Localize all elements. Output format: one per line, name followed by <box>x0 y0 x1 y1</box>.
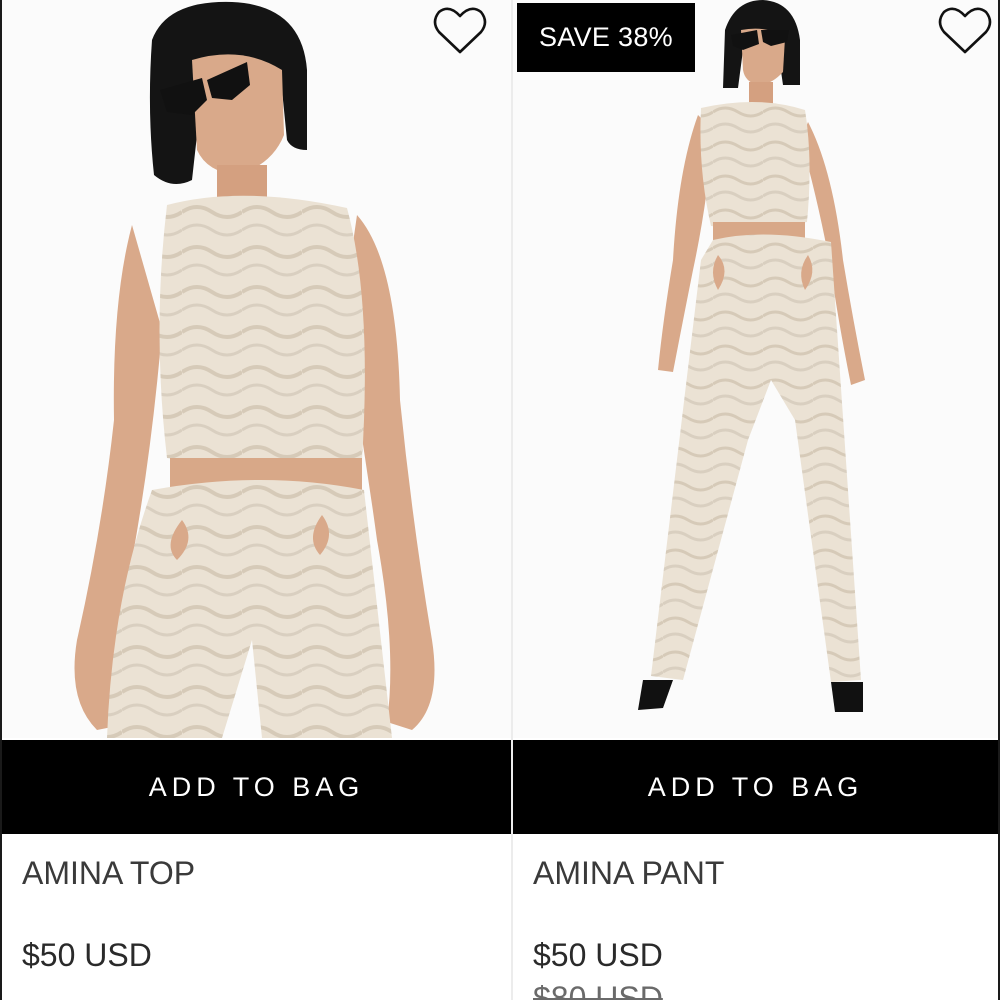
product-name[interactable]: AMINA TOP <box>22 855 195 892</box>
sale-badge: SAVE 38% <box>517 3 695 72</box>
product-price: $50 USD <box>533 937 663 973</box>
model-illustration-amina-top <box>2 0 511 738</box>
add-to-bag-button[interactable]: ADD TO BAG <box>513 740 998 834</box>
product-name[interactable]: AMINA PANT <box>533 855 724 892</box>
product-image-amina-top[interactable] <box>2 0 511 738</box>
model-illustration-amina-pant <box>513 0 998 738</box>
product-image-amina-pant[interactable] <box>513 0 998 738</box>
compare-at-price: $80 USD <box>533 980 663 1000</box>
add-to-bag-button[interactable]: ADD TO BAG <box>2 740 511 834</box>
product-card-amina-top[interactable]: ADD TO BAG AMINA TOP $50 USD <box>2 0 511 1000</box>
product-card-amina-pant[interactable]: SAVE 38% ADD TO BAG AMINA PANT $50 USD $… <box>513 0 998 1000</box>
wishlist-heart-icon[interactable] <box>431 2 489 58</box>
wishlist-heart-icon[interactable] <box>936 2 994 58</box>
product-price: $50 USD <box>22 937 152 973</box>
product-grid: ADD TO BAG AMINA TOP $50 USD SAVE 38% AD… <box>0 0 1000 1000</box>
